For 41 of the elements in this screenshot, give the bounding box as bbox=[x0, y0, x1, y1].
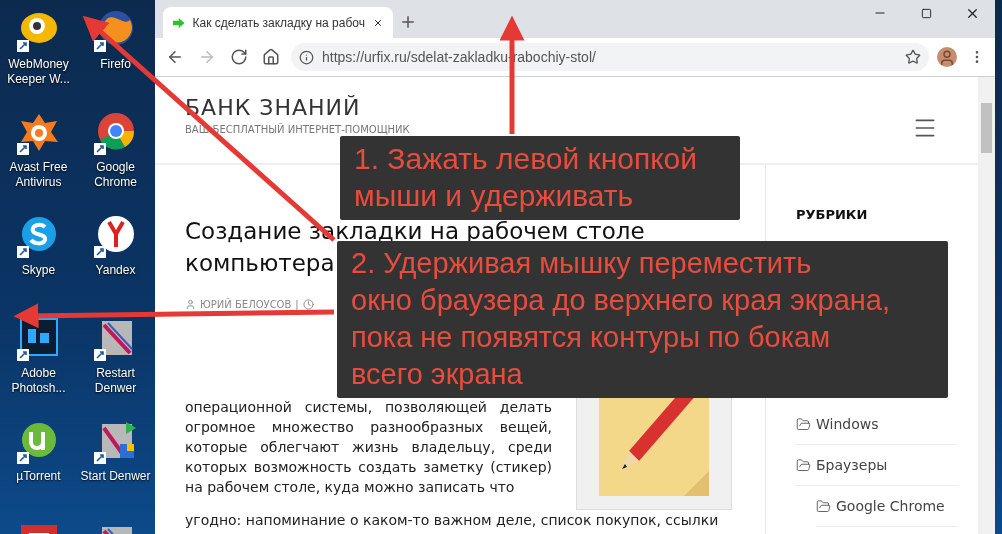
shortcut-label[interactable]: WebMoney Keeper W... bbox=[0, 57, 77, 87]
reload-icon bbox=[230, 48, 248, 66]
annotation-callout: 1. Зажать левой кнопкой мыши и удерживать bbox=[340, 136, 740, 220]
shortcut-label[interactable]: Start Denwer bbox=[80, 469, 151, 484]
folder-icon bbox=[796, 416, 811, 432]
shortcut-label[interactable]: Adobe Photosh... bbox=[0, 366, 77, 396]
shortcut-label[interactable]: µTorrent bbox=[16, 469, 61, 484]
folder-icon bbox=[816, 498, 831, 514]
profile-avatar[interactable] bbox=[937, 47, 957, 67]
byline-separator: | bbox=[295, 299, 299, 310]
scrollbar[interactable] bbox=[978, 77, 995, 534]
author-link[interactable]: ЮРИЙ БЕЛОУСОВ bbox=[200, 299, 292, 310]
folder-icon bbox=[796, 457, 811, 473]
tab-title: Как сделать закладку на рабоч bbox=[192, 15, 365, 30]
home-icon bbox=[262, 48, 280, 66]
author-icon bbox=[185, 299, 196, 310]
article-paragraph: операционной системы, позволяющей делать огромное множество разнообразных вещей, которые облегчают жизнь владельцу, среди которых возможность создать заметку (стикер) на рабочем столе, куда можно записать что bbox=[185, 398, 552, 497]
category-link[interactable]: Браузеры bbox=[796, 445, 958, 486]
forward-arrow-icon bbox=[198, 48, 216, 66]
clock-icon bbox=[302, 299, 314, 310]
scrollbar-thumb[interactable] bbox=[981, 103, 992, 153]
shortcut-label[interactable]: Google Chrome bbox=[77, 160, 154, 190]
plus-icon bbox=[399, 13, 417, 31]
person-icon bbox=[938, 49, 956, 67]
shortcut-label[interactable]: Avast Free Antivirus bbox=[0, 160, 77, 190]
category-label[interactable]: Браузеры bbox=[816, 457, 888, 473]
sidebar-heading: РУБРИКИ bbox=[796, 207, 869, 222]
shortcut-label[interactable]: Yandex bbox=[95, 263, 136, 278]
category-label[interactable]: Google Chrome bbox=[836, 498, 945, 514]
bookmark-star-icon[interactable] bbox=[905, 49, 921, 65]
info-icon[interactable] bbox=[299, 49, 314, 65]
shortcut-label[interactable]: Firefo bbox=[100, 57, 131, 72]
article-paragraph: угодно: напоминание о каком-то важном деле, список покупок, ссылки bbox=[185, 511, 720, 530]
maximize-icon bbox=[920, 7, 932, 19]
category-link[interactable]: Windows bbox=[796, 404, 958, 445]
shortcut-label[interactable]: Skype bbox=[21, 263, 56, 278]
category-link[interactable]: Google Chrome bbox=[816, 486, 958, 527]
category-label[interactable]: Windows bbox=[816, 416, 879, 432]
browser-tab[interactable]: Как сделать закладку на рабоч bbox=[163, 7, 393, 38]
annotation-callout: 2. Удерживая мышку переместить окно браузера до верхнего края экрана, пока не появятся контуры по бокам всего экрана bbox=[337, 241, 948, 398]
shortcut-label[interactable]: Restart Denwer bbox=[77, 366, 154, 396]
